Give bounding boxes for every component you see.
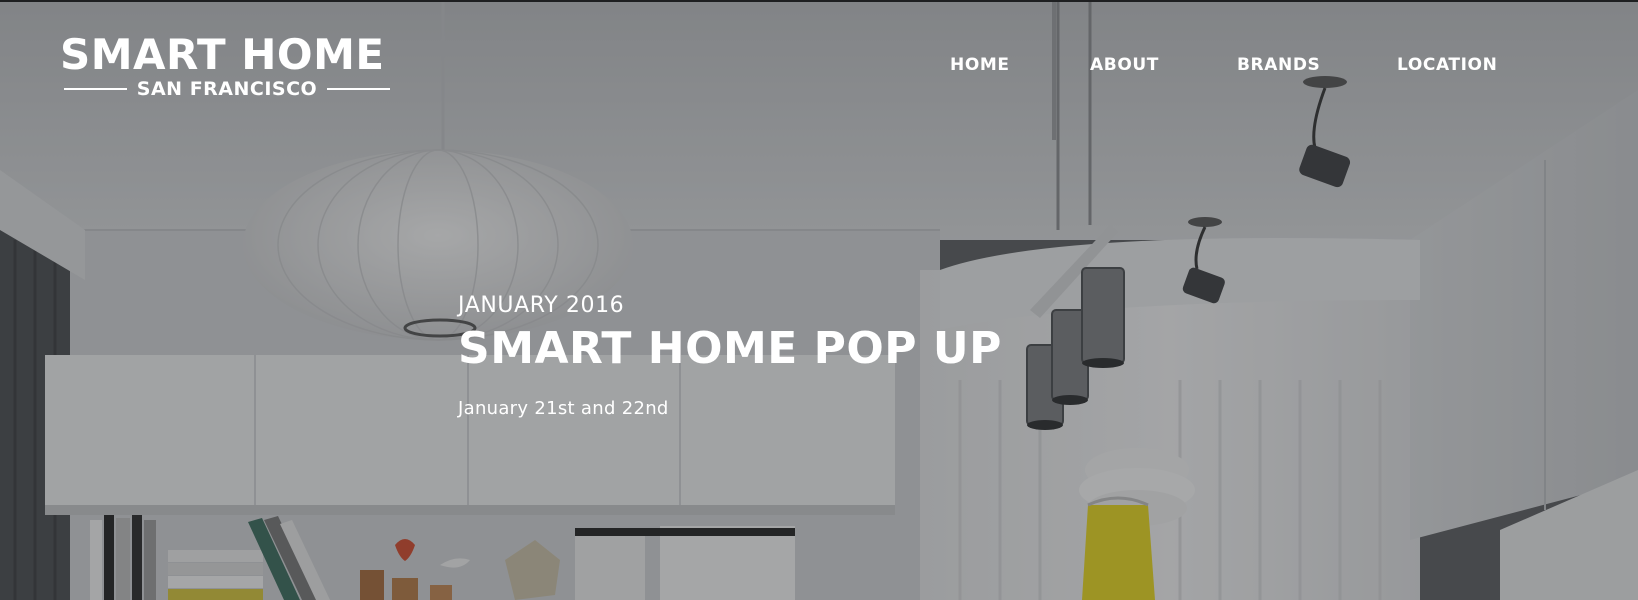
hero-eyebrow: JANUARY 2016 — [458, 293, 625, 318]
top-border — [0, 0, 1638, 2]
logo-rule-right — [327, 88, 391, 90]
nav-link-about[interactable]: ABOUT — [1090, 55, 1159, 75]
logo-subtitle: SAN FRANCISCO — [136, 78, 318, 100]
main-nav: HOME ABOUT BRANDS LOCATION — [0, 55, 1638, 79]
logo-subtitle-row: SAN FRANCISCO — [60, 78, 391, 100]
logo-rule-left — [64, 88, 127, 90]
hero-title: SMART HOME POP UP — [458, 323, 1002, 374]
nav-link-location[interactable]: LOCATION — [1397, 55, 1497, 75]
hero-dates: January 21st and 22nd — [458, 398, 669, 419]
hero-section: SMART HOME SAN FRANCISCO HOME ABOUT BRAN… — [0, 0, 1638, 600]
nav-link-brands[interactable]: BRANDS — [1237, 55, 1320, 75]
nav-link-home[interactable]: HOME — [950, 55, 1010, 75]
hero-headline: JANUARY 2016 SMART HOME POP UP January 2… — [458, 292, 1002, 420]
